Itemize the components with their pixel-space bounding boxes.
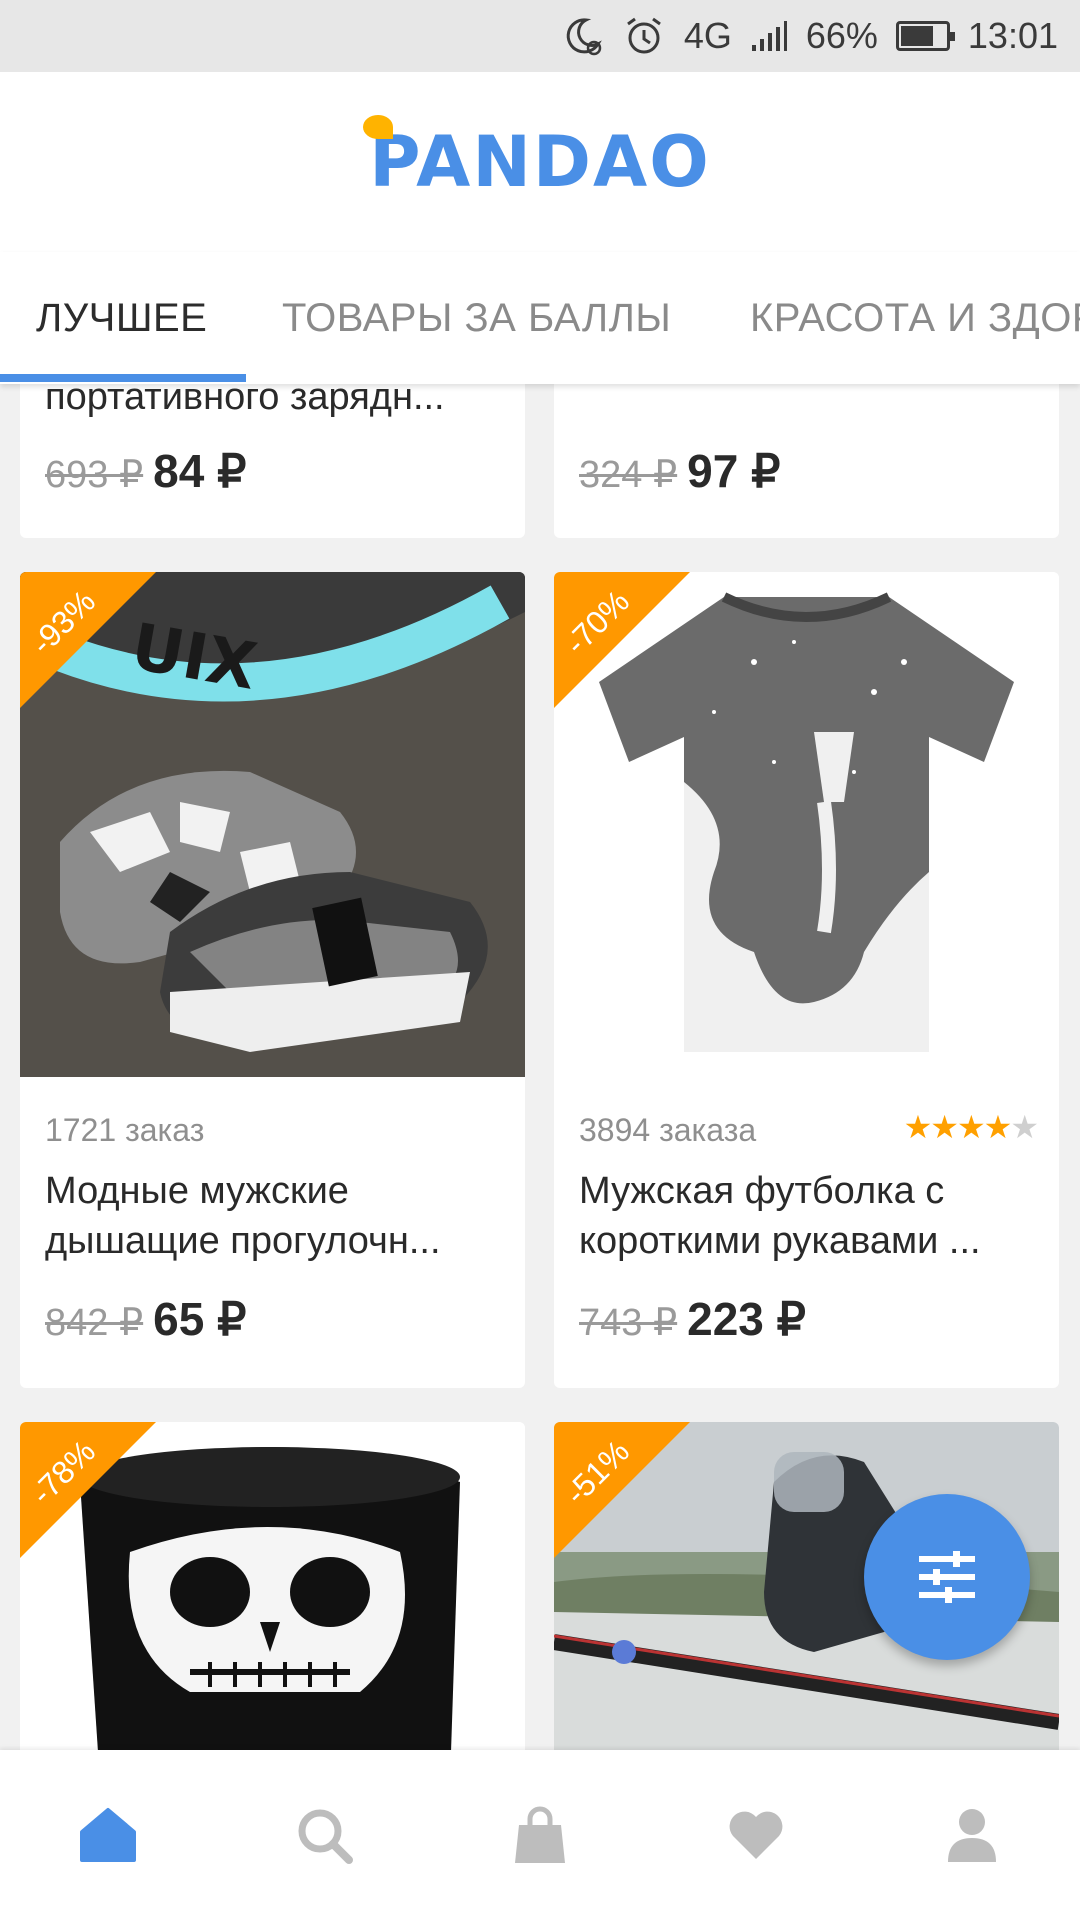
discount-badge: -70% <box>554 572 690 708</box>
filter-icon <box>919 1551 975 1603</box>
product-card[interactable]: -70% 3894 заказа ★★★★★ Мужская футболка … <box>554 572 1059 1388</box>
app-header: PANDAO <box>0 72 1080 252</box>
pandao-logo[interactable]: PANDAO <box>363 115 711 203</box>
old-price: 693 ₽ <box>45 454 144 496</box>
price-row: 324 ₽97 ₽ <box>579 444 780 498</box>
profile-icon <box>948 1809 996 1862</box>
moon-icon <box>560 14 604 58</box>
product-title: Мужская футболка с короткими рукавами ..… <box>579 1170 981 1262</box>
clock: 13:01 <box>967 15 1058 56</box>
product-card[interactable]: UIX -93% 1721 заказ Модные мужские дышащ… <box>20 572 525 1388</box>
orders-count: 1721 заказ <box>45 1112 205 1148</box>
nav-home[interactable] <box>48 1775 168 1895</box>
star-half: ★ <box>1010 1109 1039 1145</box>
status-bar: 4G 66% 13:01 <box>0 0 1080 72</box>
logo-text: PANDAO <box>369 121 711 203</box>
old-price: 842 ₽ <box>45 1302 144 1344</box>
alarm-icon <box>622 14 666 58</box>
signal-icon <box>750 19 788 53</box>
category-tabs: ЛУЧШЕЕ ТОВАРЫ ЗА БАЛЛЫ КРАСОТА И ЗДОР <box>0 252 1080 384</box>
screen: 4G 66% 13:01 PANDAO ЛУЧШЕЕ ТОВАРЫ ЗА БАЛ… <box>0 0 1080 1920</box>
network-type: 4G <box>683 15 732 56</box>
price-row: 693 ₽84 ₽ <box>45 444 246 498</box>
battery-percent: 66% <box>805 15 878 56</box>
nav-favorites[interactable] <box>696 1775 816 1895</box>
price: 97 ₽ <box>687 445 781 497</box>
filter-button[interactable] <box>864 1494 1030 1660</box>
search-icon <box>298 1809 353 1864</box>
orders-count: 3894 заказа <box>579 1112 757 1148</box>
battery-icon <box>895 21 955 51</box>
tab-beauty-health[interactable]: КРАСОТА И ЗДОР <box>750 252 1080 384</box>
nav-search[interactable] <box>264 1775 384 1895</box>
price-row: 743 ₽223 ₽ <box>579 1292 806 1346</box>
nav-profile[interactable] <box>912 1775 1032 1895</box>
logo-dot <box>363 115 394 139</box>
tab-points-goods[interactable]: ТОВАРЫ ЗА БАЛЛЫ <box>282 252 671 384</box>
rating-stars: ★★★★★ <box>903 1109 1039 1145</box>
heart-icon <box>729 1811 783 1859</box>
home-icon <box>80 1808 136 1862</box>
price: 84 ₽ <box>153 445 247 497</box>
discount-badge: -93% <box>20 572 156 708</box>
price: 223 ₽ <box>687 1293 806 1345</box>
price-row: 842 ₽65 ₽ <box>45 1292 246 1346</box>
product-card[interactable]: -78% <box>20 1422 525 1782</box>
battery-fill <box>900 26 933 46</box>
product-title: Модные мужские дышащие прогулочн... <box>45 1170 441 1262</box>
price: 65 ₽ <box>153 1293 247 1345</box>
old-price: 743 ₽ <box>579 1302 678 1344</box>
active-tab-indicator <box>0 374 246 382</box>
nav-cart[interactable] <box>480 1775 600 1895</box>
discount-badge: -51% <box>554 1422 690 1558</box>
bag-icon <box>515 1806 565 1863</box>
discount-badge: -78% <box>20 1422 156 1558</box>
bottom-navigation <box>0 1750 1080 1920</box>
old-price: 324 ₽ <box>579 454 678 496</box>
tab-best[interactable]: ЛУЧШЕЕ <box>36 252 207 384</box>
